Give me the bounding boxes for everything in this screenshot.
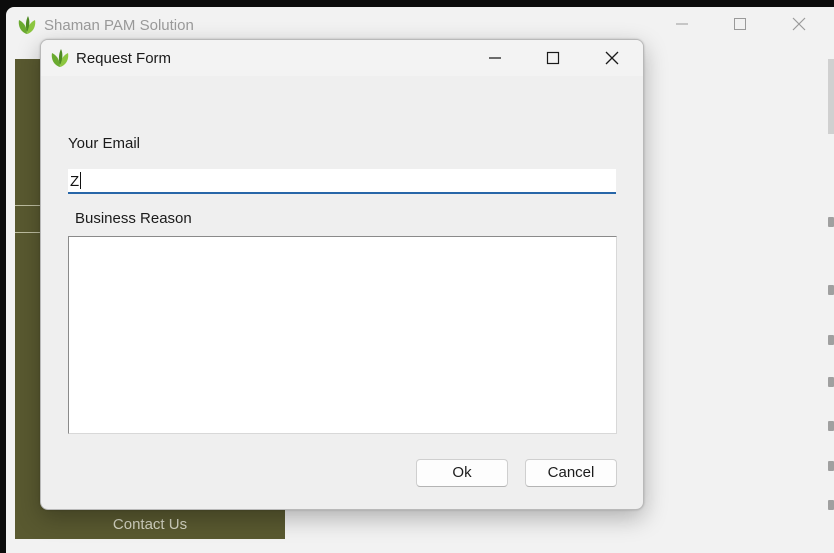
dialog-title: Request Form: [76, 50, 172, 67]
content-fragment: [828, 461, 834, 471]
main-titlebar: Shaman PAM Solution: [6, 7, 834, 43]
email-label: Your Email: [68, 135, 140, 152]
content-fragment: [828, 421, 834, 431]
content-fragment: [828, 335, 834, 345]
request-form-dialog: Request Form Your Email Z Business Reaso…: [40, 39, 644, 510]
main-close-button[interactable]: [784, 13, 814, 37]
main-window-title: Shaman PAM Solution: [44, 17, 194, 34]
maximize-icon: [734, 18, 746, 30]
email-value: Z: [70, 173, 80, 190]
dialog-minimize-button[interactable]: [478, 46, 512, 72]
dialog-close-button[interactable]: [595, 46, 629, 72]
text-caret: [80, 172, 82, 189]
leaf-icon: [49, 47, 71, 69]
content-fragment: [828, 217, 834, 227]
close-icon: [792, 17, 806, 31]
scrollbar[interactable]: [828, 59, 834, 134]
content-edge: [828, 197, 834, 537]
email-field[interactable]: Z: [68, 169, 616, 194]
content-fragment: [828, 377, 834, 387]
dialog-titlebar: Request Form: [41, 40, 643, 76]
contact-us-link[interactable]: Contact Us: [15, 516, 285, 533]
minimize-icon: [676, 23, 688, 25]
content-fragment: [828, 285, 834, 295]
dialog-maximize-button[interactable]: [536, 46, 570, 72]
main-minimize-button[interactable]: [667, 13, 697, 37]
minimize-icon: [489, 57, 501, 59]
business-reason-label: Business Reason: [75, 210, 192, 227]
cancel-button[interactable]: Cancel: [525, 459, 617, 487]
close-icon: [605, 51, 619, 65]
leaf-icon: [16, 14, 38, 36]
business-reason-textarea[interactable]: [68, 236, 617, 434]
maximize-icon: [546, 51, 560, 65]
content-fragment: [828, 500, 834, 510]
main-maximize-button[interactable]: [725, 13, 755, 37]
ok-button[interactable]: Ok: [416, 459, 508, 487]
